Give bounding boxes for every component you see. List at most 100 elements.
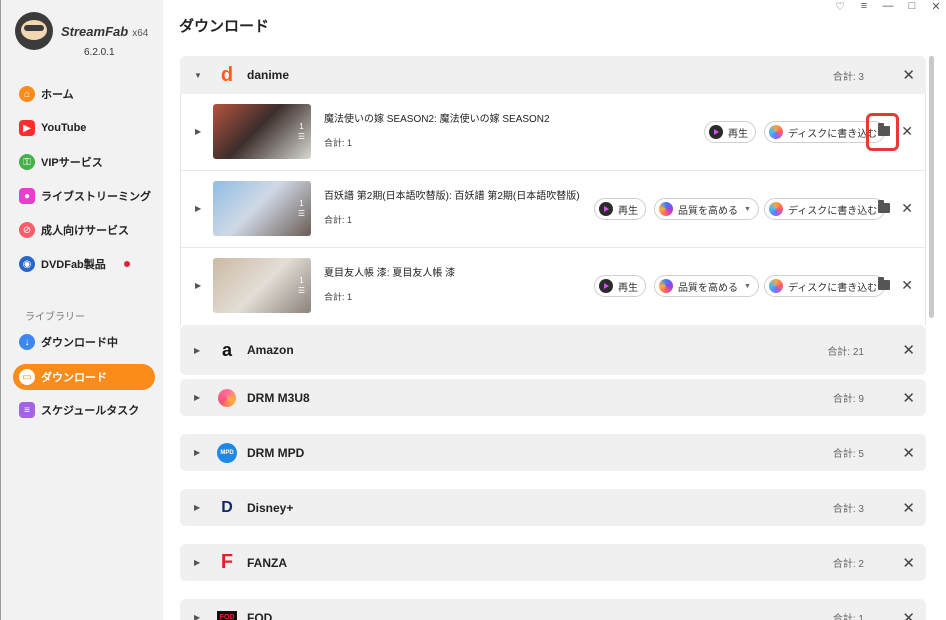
remove-group-button[interactable]: ✕ xyxy=(902,66,915,84)
episode-count-tag: 1 ☰ xyxy=(297,199,305,218)
quality-enhance-icon xyxy=(659,202,673,216)
close-window-icon[interactable]: ✕ xyxy=(930,0,942,13)
sidebar-item-vip[interactable]: ⚿ VIPサービス xyxy=(13,149,155,175)
expand-caret-icon[interactable]: ▶ xyxy=(194,346,200,355)
expand-caret-icon[interactable]: ▶ xyxy=(194,613,200,620)
group-count: 合計: 5 xyxy=(832,449,864,460)
video-thumbnail: 1 ☰ xyxy=(213,258,311,313)
service-name: DRM MPD xyxy=(247,445,305,460)
notification-dot xyxy=(123,261,130,267)
expand-caret-icon[interactable]: ▶ xyxy=(195,127,201,136)
remove-item-button[interactable]: ✕ xyxy=(901,200,913,217)
remove-item-button[interactable]: ✕ xyxy=(901,277,913,294)
play-label: 再生 xyxy=(618,205,638,217)
remove-group-button[interactable]: ✕ xyxy=(902,499,915,517)
service-group-disney-plus[interactable]: ▶ D Disney+ 合計: 3 ✕ xyxy=(180,489,926,526)
service-group-drm-m3u8[interactable]: ▶ DRM M3U8 合計: 9 ✕ xyxy=(180,379,926,416)
sidebar-item-dvdfab[interactable]: ◉ DVDFab製品 xyxy=(13,251,155,277)
list-item: ▶ 1 ☰ 百妖譜 第2期(日本語吹替版): 百妖譜 第2期(日本語吹替版) 合計… xyxy=(181,171,925,248)
service-name: Amazon xyxy=(247,343,294,357)
play-button[interactable]: 再生 xyxy=(594,275,646,297)
chevron-down-icon: ▼ xyxy=(744,282,751,290)
sidebar-item-label: スケジュールタスク xyxy=(41,405,140,417)
service-group-fanza[interactable]: ▶ F FANZA 合計: 2 ✕ xyxy=(180,544,926,581)
group-count: 合計: 3 xyxy=(832,71,864,83)
group-header[interactable]: ▼ d danime 合計: 3 ✕ xyxy=(180,56,926,94)
service-group-amazon[interactable]: ▶ a Amazon 合計: 21 ✕ xyxy=(180,325,926,375)
group-header[interactable]: ▶ F FANZA 合計: 2 ✕ xyxy=(180,544,926,581)
expand-caret-icon[interactable]: ▶ xyxy=(194,503,200,512)
skin-icon[interactable]: ♡ xyxy=(834,0,846,13)
item-count: 合計: 1 xyxy=(324,138,353,148)
remove-group-button[interactable]: ✕ xyxy=(902,554,915,572)
sidebar-item-adult[interactable]: ⊘ 成人向けサービス xyxy=(13,217,155,243)
service-group-fod[interactable]: ▶ FOD FOD 合計: 1 ✕ xyxy=(180,599,926,620)
remove-group-button[interactable]: ✕ xyxy=(902,341,915,359)
open-folder-icon[interactable] xyxy=(878,200,890,213)
collapse-caret-icon[interactable]: ▼ xyxy=(194,71,202,80)
expand-caret-icon[interactable]: ▶ xyxy=(195,281,201,290)
burn-label: ディスクに書き込む xyxy=(788,205,878,217)
sidebar-item-schedule[interactable]: ≡ スケジュールタスク xyxy=(13,397,155,423)
youtube-icon: ▶ xyxy=(19,120,35,136)
quality-enhance-icon xyxy=(659,279,673,293)
sloth-logo-icon xyxy=(15,12,53,50)
sidebar-item-youtube[interactable]: ▶ YouTube xyxy=(13,115,155,141)
fod-icon: FOD xyxy=(217,608,237,620)
quality-label: 品質を高める xyxy=(678,282,738,294)
group-header[interactable]: ▶ MPD DRM MPD 合計: 5 ✕ xyxy=(180,434,926,471)
danime-icon: d xyxy=(220,63,234,86)
play-button[interactable]: 再生 xyxy=(594,198,646,220)
group-count: 合計: 21 xyxy=(827,346,864,358)
service-name: Disney+ xyxy=(247,500,294,515)
service-group-drm-mpd[interactable]: ▶ MPD DRM MPD 合計: 5 ✕ xyxy=(180,434,926,471)
group-header[interactable]: ▶ DRM M3U8 合計: 9 ✕ xyxy=(180,379,926,416)
sidebar-item-live[interactable]: ● ライブストリーミング xyxy=(13,183,155,209)
expand-caret-icon[interactable]: ▶ xyxy=(194,558,200,567)
remove-group-button[interactable]: ✕ xyxy=(902,444,915,462)
burn-label: ディスクに書き込む xyxy=(788,128,878,140)
sidebar-item-downloading[interactable]: ↓ ダウンロード中 xyxy=(13,329,155,355)
episode-count-tag: 1 ☰ xyxy=(297,276,305,295)
remove-group-button[interactable]: ✕ xyxy=(902,609,915,620)
disc-burn-icon xyxy=(769,279,783,293)
play-button[interactable]: 再生 xyxy=(704,121,756,143)
maximize-icon[interactable]: □ xyxy=(906,0,918,13)
sidebar-item-label: DVDFab製品 xyxy=(41,259,106,271)
quality-enhance-dropdown[interactable]: 品質を高める ▼ xyxy=(654,275,759,297)
minimize-icon[interactable]: — xyxy=(882,0,894,13)
list-item: ▶ 1 ☰ 魔法使いの嫁 SEASON2: 魔法使いの嫁 SEASON2 合計: … xyxy=(181,94,925,171)
page-title: ダウンロード xyxy=(179,18,270,35)
group-header[interactable]: ▶ FOD FOD 合計: 1 ✕ xyxy=(180,599,926,620)
expand-caret-icon[interactable]: ▶ xyxy=(194,448,200,457)
group-header[interactable]: ▶ D Disney+ 合計: 3 ✕ xyxy=(180,489,926,526)
sidebar-item-label: ライブストリーミング xyxy=(41,191,151,203)
live-camera-icon: ● xyxy=(19,188,35,204)
sidebar-item-downloaded[interactable]: ▭ ダウンロード xyxy=(13,364,155,390)
menu-icon[interactable]: ≡ xyxy=(858,0,870,13)
library-section-label: ライブラリー xyxy=(25,312,85,323)
brand-name: StreamFab x64 xyxy=(61,23,149,39)
burn-disc-button[interactable]: ディスクに書き込む xyxy=(764,198,886,220)
play-icon xyxy=(599,279,613,293)
quality-enhance-dropdown[interactable]: 品質を高める ▼ xyxy=(654,198,759,220)
amazon-icon: a xyxy=(221,339,232,360)
episode-count-tag: 1 ☰ xyxy=(297,122,305,141)
play-label: 再生 xyxy=(618,282,638,294)
scrollbar[interactable] xyxy=(929,56,934,318)
service-name: FOD xyxy=(247,610,273,620)
quality-label: 品質を高める xyxy=(678,205,738,217)
expand-caret-icon[interactable]: ▶ xyxy=(195,204,201,213)
app-logo: StreamFab x64 xyxy=(15,12,148,50)
group-count: 合計: 1 xyxy=(832,614,864,620)
remove-item-button[interactable]: ✕ xyxy=(901,123,913,140)
item-count: 合計: 1 xyxy=(324,292,353,302)
expand-caret-icon[interactable]: ▶ xyxy=(194,393,200,402)
group-header[interactable]: ▶ a Amazon 合計: 21 ✕ xyxy=(180,325,926,375)
open-folder-icon[interactable] xyxy=(878,277,890,290)
sidebar-item-home[interactable]: ⌂ ホーム xyxy=(13,81,155,107)
remove-group-button[interactable]: ✕ xyxy=(902,389,915,407)
service-group-danime: ▼ d danime 合計: 3 ✕ ▶ 1 ☰ 魔法使いの嫁 SEASON2: … xyxy=(180,56,926,325)
burn-disc-button[interactable]: ディスクに書き込む xyxy=(764,275,886,297)
disc-burn-icon xyxy=(769,125,783,139)
